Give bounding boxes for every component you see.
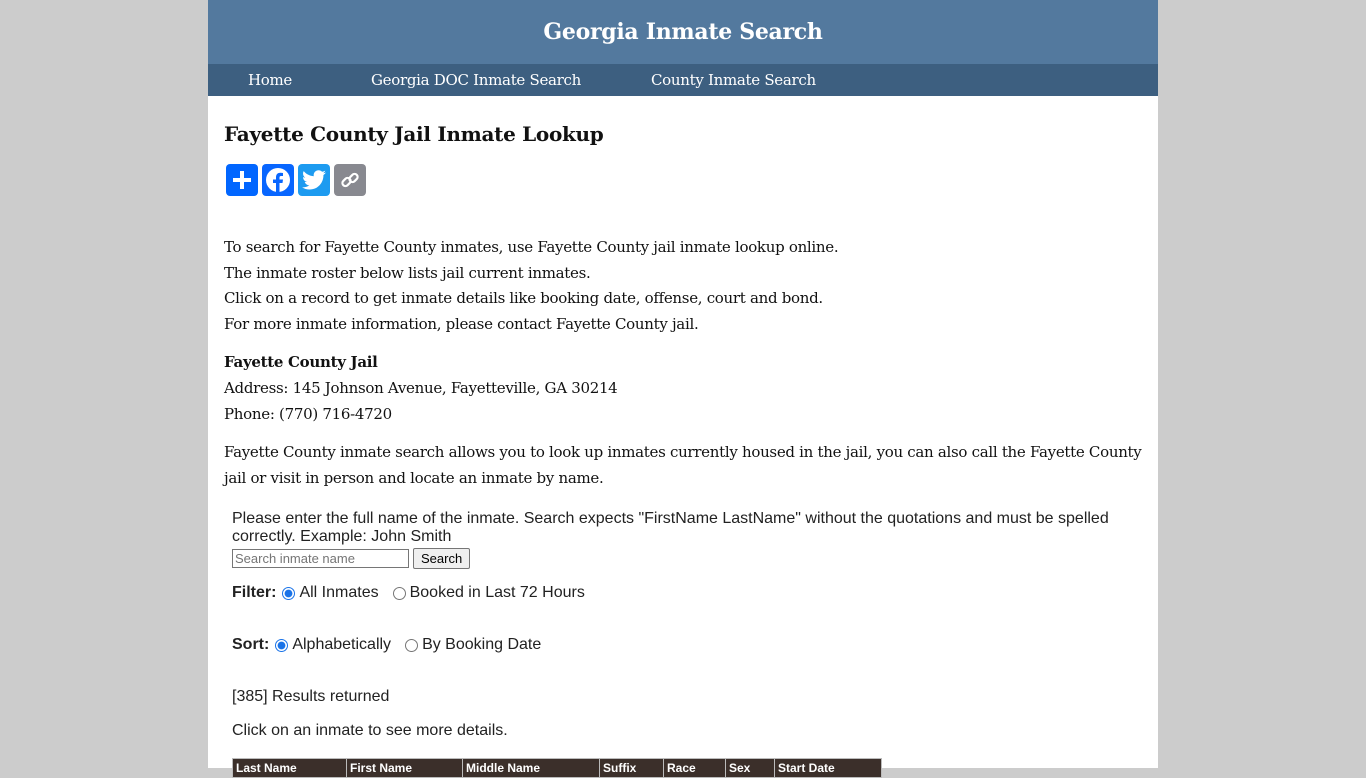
column-header-suffix[interactable]: Suffix: [599, 758, 664, 778]
jail-name: Fayette County Jail: [224, 353, 378, 371]
intro-line: The inmate roster below lists jail curre…: [224, 263, 591, 282]
search-area: Please enter the full name of the inmate…: [232, 510, 1132, 778]
sort-label: Sort:: [232, 636, 270, 653]
inmate-roster-table: Last Name First Name Middle Name Suffix …: [232, 758, 882, 778]
filter-booked-72h-radio[interactable]: [392, 586, 406, 600]
click-note: Click on an inmate to see more details.: [232, 722, 508, 739]
column-header-last-name[interactable]: Last Name: [232, 758, 347, 778]
filter-all-inmates-label[interactable]: All Inmates: [299, 584, 378, 602]
share-button[interactable]: [226, 164, 258, 196]
main-nav: Home Georgia DOC Inmate Search County In…: [208, 64, 1158, 96]
filter-group: Filter: All Inmates Booked in Last 72 Ho…: [232, 584, 597, 602]
plus-icon: [233, 171, 251, 189]
sort-alphabetically-radio[interactable]: [275, 638, 289, 652]
intro-line: For more inmate information, please cont…: [224, 315, 699, 334]
column-header-middle-name[interactable]: Middle Name: [462, 758, 600, 778]
filter-label: Filter:: [232, 584, 277, 601]
sort-alphabetically-label[interactable]: Alphabetically: [292, 636, 391, 654]
search-instructions: Please enter the full name of the inmate…: [232, 510, 1109, 545]
nav-county-inmate-search[interactable]: County Inmate Search: [651, 64, 816, 96]
intro-text: To search for Fayette County inmates, us…: [224, 235, 839, 338]
page-container: Georgia Inmate Search Home Georgia DOC I…: [208, 0, 1158, 778]
copy-link-button[interactable]: [334, 164, 366, 196]
site-header: Georgia Inmate Search: [208, 0, 1158, 64]
sort-booking-date-label[interactable]: By Booking Date: [422, 636, 541, 654]
sort-group: Sort: Alphabetically By Booking Date: [232, 636, 553, 654]
filter-booked-72h-label[interactable]: Booked in Last 72 Hours: [410, 584, 585, 602]
intro-line: Click on a record to get inmate details …: [224, 289, 823, 308]
search-button[interactable]: Search: [413, 548, 471, 569]
site-title[interactable]: Georgia Inmate Search: [543, 19, 822, 45]
twitter-share-button[interactable]: [298, 164, 330, 196]
jail-phone: Phone: (770) 716-4720: [224, 405, 392, 423]
nav-home[interactable]: Home: [248, 64, 292, 96]
share-buttons: [226, 164, 366, 196]
nav-georgia-doc-inmate-search[interactable]: Georgia DOC Inmate Search: [371, 64, 581, 96]
link-icon: [341, 172, 359, 188]
facebook-share-button[interactable]: [262, 164, 294, 196]
column-header-sex[interactable]: Sex: [725, 758, 775, 778]
sort-booking-date-radio[interactable]: [405, 638, 419, 652]
results-count: [385] Results returned: [232, 688, 390, 705]
about-text: Fayette County inmate search allows you …: [224, 443, 1142, 487]
page-title: Fayette County Jail Inmate Lookup: [224, 122, 604, 146]
facebook-icon: [266, 168, 290, 192]
intro-line: To search for Fayette County inmates, us…: [224, 238, 839, 256]
jail-info: Fayette County Jail Address: 145 Johnson…: [224, 349, 618, 427]
search-row: Search: [232, 548, 1132, 569]
jail-address: Address: 145 Johnson Avenue, Fayettevill…: [224, 379, 618, 397]
twitter-icon: [302, 170, 326, 190]
table-header-row: Last Name First Name Middle Name Suffix …: [232, 758, 882, 778]
column-header-start-date[interactable]: Start Date: [774, 758, 882, 778]
column-header-race[interactable]: Race: [663, 758, 726, 778]
filter-all-inmates-radio[interactable]: [282, 586, 296, 600]
search-input[interactable]: [232, 549, 409, 568]
column-header-first-name[interactable]: First Name: [346, 758, 463, 778]
